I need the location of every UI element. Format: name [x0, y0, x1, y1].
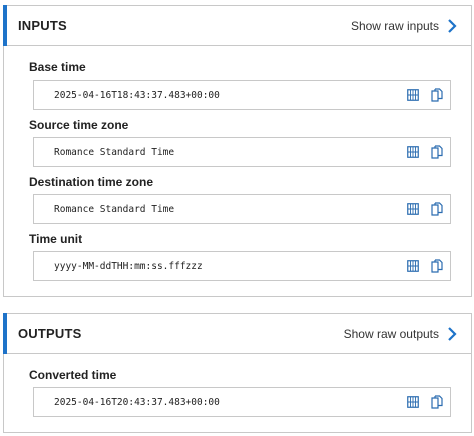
time-unit-value: yyyy-MM-ddTHH:mm:ss.fffzzz	[54, 260, 203, 272]
converted-time-value: 2025-04-16T20:43:37.483+00:00	[54, 396, 220, 408]
inputs-header: INPUTS Show raw inputs	[3, 5, 471, 46]
grid-view-icon[interactable]	[406, 395, 420, 409]
grid-view-icon[interactable]	[406, 202, 420, 216]
base-time-field: 2025-04-16T18:43:37.483+00:00	[33, 80, 451, 110]
time-unit-field: yyyy-MM-ddTHH:mm:ss.fffzzz	[33, 251, 451, 281]
copy-icon[interactable]	[430, 395, 444, 409]
outputs-panel: OUTPUTS Show raw outputs Converted time …	[3, 313, 472, 433]
source-time-zone-field: Romance Standard Time	[33, 137, 451, 167]
time-unit-label: Time unit	[29, 232, 83, 246]
destination-time-zone-field: Romance Standard Time	[33, 194, 451, 224]
copy-icon[interactable]	[430, 202, 444, 216]
source-time-zone-label: Source time zone	[29, 118, 129, 132]
converted-time-field: 2025-04-16T20:43:37.483+00:00	[33, 387, 451, 417]
chevron-right-icon	[445, 18, 459, 34]
base-time-label: Base time	[29, 60, 86, 74]
base-time-value: 2025-04-16T18:43:37.483+00:00	[54, 89, 220, 101]
grid-view-icon[interactable]	[406, 88, 420, 102]
grid-view-icon[interactable]	[406, 145, 420, 159]
destination-time-zone-label: Destination time zone	[29, 175, 154, 189]
outputs-title: OUTPUTS	[18, 326, 82, 341]
copy-icon[interactable]	[430, 88, 444, 102]
inputs-panel: INPUTS Show raw inputs Base time 2025-04…	[3, 5, 472, 297]
grid-view-icon[interactable]	[406, 259, 420, 273]
destination-time-zone-value: Romance Standard Time	[54, 203, 175, 215]
source-time-zone-value: Romance Standard Time	[54, 146, 175, 158]
show-raw-inputs-link[interactable]: Show raw inputs	[351, 18, 459, 34]
inputs-title: INPUTS	[18, 18, 67, 33]
show-raw-outputs-label: Show raw outputs	[343, 326, 439, 341]
show-raw-inputs-label: Show raw inputs	[350, 18, 439, 33]
converted-time-label: Converted time	[29, 368, 117, 382]
copy-icon[interactable]	[430, 259, 444, 273]
outputs-header: OUTPUTS Show raw outputs	[3, 313, 471, 354]
show-raw-outputs-link[interactable]: Show raw outputs	[344, 326, 459, 342]
copy-icon[interactable]	[430, 145, 444, 159]
chevron-right-icon	[445, 326, 459, 342]
